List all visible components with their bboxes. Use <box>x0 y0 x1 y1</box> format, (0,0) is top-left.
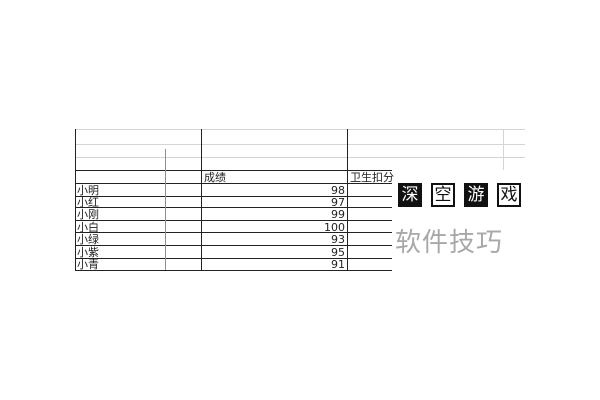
table-top-border <box>75 170 392 171</box>
grid-line <box>75 144 525 145</box>
grid-line <box>75 157 525 158</box>
column-selection-edge <box>165 149 166 270</box>
score-cell[interactable]: 91 <box>275 258 345 271</box>
column-border <box>347 129 348 270</box>
grid-line <box>75 129 525 130</box>
watermark-caption: 软件技巧 <box>395 228 504 258</box>
column-border <box>201 129 202 270</box>
column-border <box>75 129 76 270</box>
column-border <box>503 129 504 170</box>
watermark-char-box: 游 <box>464 183 488 207</box>
watermark-char-box: 深 <box>398 183 422 207</box>
name-cell[interactable]: 小刚 <box>77 208 99 221</box>
name-cell[interactable]: 小绿 <box>77 233 99 246</box>
header-score[interactable]: 成绩 <box>204 171 226 184</box>
score-cell[interactable]: 93 <box>275 233 345 246</box>
header-hygiene[interactable]: 卫生扣分 <box>350 171 394 184</box>
watermark-char-box: 空 <box>431 183 455 207</box>
score-cell[interactable]: 99 <box>275 208 345 221</box>
watermark-char-box: 戏 <box>497 183 521 207</box>
name-cell[interactable]: 小青 <box>77 258 99 271</box>
